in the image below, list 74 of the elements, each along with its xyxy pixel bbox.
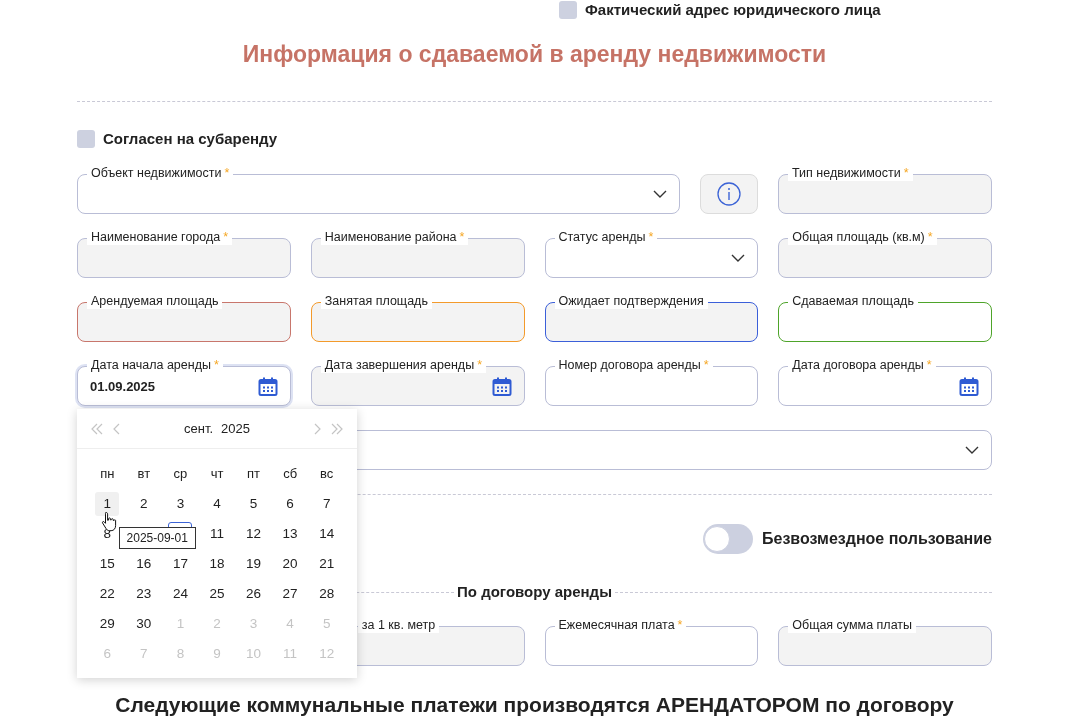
- calendar-day[interactable]: 3: [168, 492, 193, 516]
- checkbox[interactable]: [559, 1, 577, 19]
- field-label: Общая сумма платы: [788, 617, 917, 633]
- calendar-day[interactable]: 13: [278, 522, 303, 546]
- calendar-year[interactable]: 2025: [221, 418, 250, 439]
- chevron-down-icon: [653, 190, 667, 198]
- weekday-label: ср: [173, 465, 188, 484]
- field-label: Наименование района *: [320, 229, 469, 245]
- checkbox[interactable]: [77, 130, 95, 148]
- chevron-down-icon: [965, 446, 979, 454]
- calendar-day[interactable]: 29: [95, 612, 120, 636]
- weekday-label: пт: [247, 465, 261, 484]
- calendar-day[interactable]: 7: [314, 492, 339, 516]
- field-label: Тип недвижимости *: [788, 165, 913, 181]
- weekday-label: вт: [137, 465, 151, 484]
- calendar-day[interactable]: 24: [168, 582, 193, 606]
- field-label: Ожидает подтверждения: [554, 293, 708, 309]
- info-button[interactable]: [700, 174, 758, 214]
- field-label: Общая площадь (кв.м) *: [788, 229, 937, 245]
- weekday-label: чт: [210, 465, 224, 484]
- field-label: Арендуемая площадь: [87, 293, 223, 309]
- toggle-switch[interactable]: [703, 524, 753, 554]
- double-chevron-right-icon: [331, 422, 343, 435]
- toggle-label: Безвозмездное пользование: [762, 529, 992, 549]
- calendar-day[interactable]: 20: [278, 552, 303, 576]
- field-label: Номер договора аренды *: [554, 357, 713, 373]
- calendar-day[interactable]: 23: [131, 582, 156, 606]
- calendar-day[interactable]: 5: [241, 492, 266, 516]
- section-subtitle: По договору аренды: [456, 582, 613, 602]
- calendar-day[interactable]: 19: [241, 552, 266, 576]
- weekday-label: сб: [283, 465, 298, 484]
- section-title: Информация о сдаваемой в аренду недвижимости: [241, 40, 828, 69]
- double-chevron-left-icon: [91, 422, 103, 435]
- calendar-day[interactable]: 14: [314, 522, 339, 546]
- calendar-day[interactable]: 26: [241, 582, 266, 606]
- field-label: Занятая площадь: [320, 293, 432, 309]
- chevron-left-icon: [113, 422, 120, 435]
- calendar-day[interactable]: 28: [314, 582, 339, 606]
- calendar-day[interactable]: 22: [95, 582, 120, 606]
- calendar-day[interactable]: 18: [205, 552, 229, 576]
- field-label: Сдаваемая площадь: [788, 293, 918, 309]
- calendar-day[interactable]: 30: [131, 612, 156, 636]
- calendar-day[interactable]: 12: [241, 522, 266, 546]
- calendar-day[interactable]: 2: [131, 492, 156, 516]
- section-heading: Следующие коммунальные платежи производятся АРЕНДАТОРОМ по договору: [114, 692, 955, 718]
- calendar-icon: [257, 376, 278, 396]
- field-label: за 1 кв. метр: [357, 617, 440, 633]
- field-value: 01.09.2025: [90, 378, 157, 395]
- tooltip: 2025-09-01: [118, 527, 196, 549]
- calendar-day[interactable]: 25: [205, 582, 229, 606]
- calendar-day[interactable]: 11: [205, 522, 229, 546]
- calendar-day[interactable]: 15: [95, 552, 120, 576]
- checkbox-label: Фактический адрес юридического лица: [585, 0, 881, 20]
- calendar-day[interactable]: 27: [278, 582, 303, 606]
- info-icon: [717, 182, 741, 206]
- calendar-icon: [959, 376, 979, 396]
- weekday-label: вс: [320, 465, 334, 484]
- field-label: Объект недвижимости *: [87, 165, 234, 181]
- calendar-day[interactable]: 16: [131, 552, 156, 576]
- calendar-icon: [491, 376, 512, 396]
- calendar-month[interactable]: сент.: [184, 418, 214, 439]
- field-label: Статус аренды *: [554, 229, 658, 245]
- field-label: Дата договора аренды *: [788, 357, 936, 373]
- chevron-right-icon: [314, 422, 321, 435]
- calendar-day[interactable]: 17: [168, 552, 193, 576]
- calendar-day[interactable]: 21: [314, 552, 339, 576]
- calendar-day[interactable]: 6: [278, 492, 303, 516]
- field-label: Наименование города *: [87, 229, 233, 245]
- chevron-down-icon: [731, 254, 746, 262]
- weekday-label: пн: [100, 465, 115, 484]
- field-label: Дата начала аренды *: [87, 357, 223, 373]
- field-label: Дата завершения аренды *: [320, 357, 486, 373]
- calendar-day[interactable]: 4: [205, 492, 229, 516]
- checkbox-label: Согласен на субаренду: [103, 129, 278, 149]
